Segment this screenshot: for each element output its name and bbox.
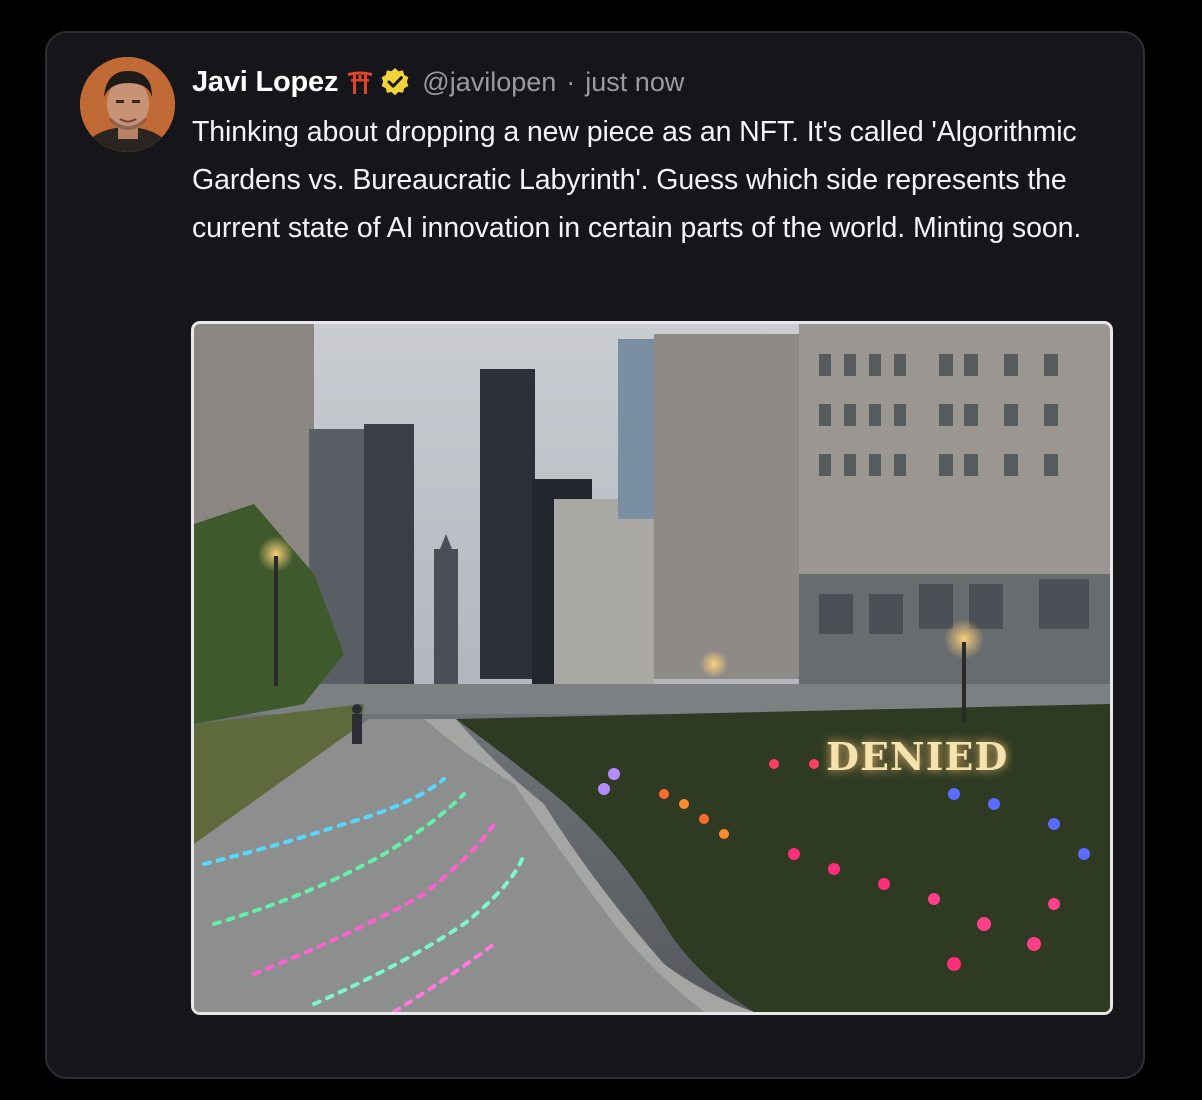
torii-gate-icon: [346, 68, 374, 96]
denied-sign: DENIED: [826, 734, 1009, 779]
verified-badge-icon: [380, 67, 410, 97]
header-separator: ·: [566, 66, 576, 97]
author-avatar[interactable]: [80, 57, 175, 152]
post-timestamp[interactable]: just now: [585, 67, 684, 98]
author-handle[interactable]: @javilopen: [422, 67, 556, 98]
post-header: Javi Lopez @javilopen · just now: [192, 62, 684, 102]
post-image[interactable]: DENIED: [191, 321, 1113, 1015]
author-name[interactable]: Javi Lopez: [192, 66, 338, 99]
city-garden-scene: [194, 324, 1110, 1012]
post-text: Thinking about dropping a new piece as a…: [192, 116, 1082, 244]
avatar-portrait: [80, 57, 175, 152]
